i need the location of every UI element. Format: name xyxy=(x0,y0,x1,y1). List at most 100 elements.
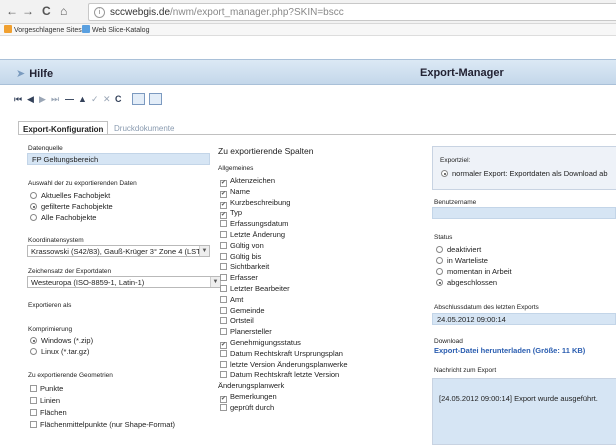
chevron-down-icon: ▼ xyxy=(199,246,209,256)
column-checkbox-item[interactable]: ✔ Genehmigungsstatus xyxy=(220,338,301,349)
radio-alle-fachobjekte[interactable]: Alle Fachobjekte xyxy=(30,213,96,222)
checkbox-icon xyxy=(220,306,227,314)
help-button[interactable]: ➤ Hilfe xyxy=(16,67,53,80)
radio-status-in-arbeit[interactable]: momentan in Arbeit xyxy=(436,267,512,276)
column-checkbox-item[interactable]: ✔ Bemerkungen xyxy=(220,392,277,403)
radio-normaler-export[interactable]: normaler Export: Exportdaten als Downloa… xyxy=(441,169,608,178)
abschlussdatum-field[interactable]: 24.05.2012 09:00:14 xyxy=(432,313,616,325)
option-label: momentan in Arbeit xyxy=(447,267,512,276)
zeichensatz-label: Zeichensatz der Exportdaten xyxy=(28,268,112,275)
column-checkbox-item[interactable]: ✔ Kurzbeschreibung xyxy=(220,198,290,209)
komprimierung-label: Komprimierung xyxy=(28,326,73,333)
datenquelle-field[interactable]: FP Geltungsbereich xyxy=(27,153,210,165)
checkbox-icon xyxy=(220,220,227,228)
column-label: Datum Rechtskraft Ursprungsplan xyxy=(230,348,343,358)
radio-status-warteliste[interactable]: in Warteliste xyxy=(436,256,488,265)
checkbox-icon xyxy=(30,421,37,428)
column-checkbox-item[interactable]: Datum Rechtskraft Ursprungsplan xyxy=(220,349,343,358)
koordinatensystem-select[interactable]: Krassowski (S42/83), Gauß-Krüger 3° Zone… xyxy=(27,245,210,257)
grid-view-icon[interactable] xyxy=(132,93,145,105)
reload-icon[interactable]: C xyxy=(42,4,51,18)
column-label: Erfassungsdatum xyxy=(230,219,289,229)
refresh-icon[interactable]: C xyxy=(115,93,122,105)
column-label: Genehmigungsstatus xyxy=(230,338,301,347)
column-checkbox-item[interactable]: Letzter Bearbeiter xyxy=(220,284,290,293)
checkbox-flaechen[interactable]: Flächen xyxy=(30,408,67,417)
column-checkbox-item[interactable]: Gemeinde xyxy=(220,306,265,315)
column-checkbox-item[interactable]: Gültig bis xyxy=(220,252,261,261)
column-checkbox-item[interactable]: Letzte Änderung xyxy=(220,230,285,239)
column-label: Erfasser xyxy=(230,273,258,283)
download-link[interactable]: Export-Datei herunterladen (Größe: 11 KB… xyxy=(434,346,585,355)
select-value: Krassowski (S42/83), Gauß-Krüger 3° Zone… xyxy=(31,247,201,256)
column-checkbox-item[interactable]: ✔ Aktenzeichen xyxy=(220,176,275,187)
column-checkbox-item[interactable]: ✔ Name xyxy=(220,187,250,198)
bookmark-suggested-sites[interactable]: Vorgeschlagene Sites xyxy=(4,25,82,34)
back-arrow-icon[interactable]: ← xyxy=(6,4,18,18)
column-checkbox-item[interactable]: Erfassungsdatum xyxy=(220,219,288,228)
checkbox-icon xyxy=(220,252,227,260)
checkbox-punkte[interactable]: Punkte xyxy=(30,384,63,393)
next-record-icon[interactable]: ▶ xyxy=(39,93,46,105)
bookmark-label: Vorgeschlagene Sites xyxy=(14,27,82,34)
checkbox-linien[interactable]: Linien xyxy=(30,396,60,405)
column-checkbox-item[interactable]: Datum Rechtskraft letzte Version xyxy=(220,370,339,379)
option-label: abgeschlossen xyxy=(447,278,498,287)
tab-export-konfiguration[interactable]: Export-Konfiguration xyxy=(18,121,109,135)
forward-arrow-icon[interactable]: → xyxy=(22,4,34,18)
home-icon[interactable]: ⌂ xyxy=(60,4,67,18)
checkbox-icon xyxy=(220,328,227,336)
status-label: Status xyxy=(434,234,453,241)
form-view-icon[interactable] xyxy=(149,93,162,105)
insert-record-icon[interactable]: ▲ xyxy=(78,93,87,105)
option-label: Linux (*.tar.gz) xyxy=(41,347,90,356)
column-checkbox-item[interactable]: Gültig von xyxy=(220,241,264,250)
auswahl-label: Auswahl der zu exportierenden Daten xyxy=(28,180,137,187)
radio-icon xyxy=(436,268,443,275)
benutzername-field[interactable] xyxy=(432,207,616,219)
last-record-icon[interactable]: ⏭ xyxy=(51,93,59,105)
column-checkbox-item[interactable]: letzte Version Änderungsplanwerke xyxy=(220,360,348,369)
column-checkbox-item[interactable]: Erfasser xyxy=(220,273,258,282)
radio-windows-zip[interactable]: Windows (*.zip) xyxy=(30,336,93,345)
delete-record-icon[interactable]: — xyxy=(65,93,74,105)
confirm-icon[interactable]: ✓ xyxy=(91,93,99,105)
cancel-icon[interactable]: ✕ xyxy=(103,93,111,105)
nachricht-field[interactable]: [24.05.2012 09:00:14] Export wurde ausge… xyxy=(432,378,616,445)
browser-navbar: ← → C ⌂ i sccwebgis.de/nwm/export_manage… xyxy=(0,0,616,24)
column-label: Bemerkungen xyxy=(230,392,277,401)
url-path: /nwm/export_manager.php?SKIN=bscc xyxy=(170,7,344,18)
checkbox-label: Flächen xyxy=(40,408,67,417)
zeichensatz-select[interactable]: Westeuropa (ISO-8859-1, Latin-1) ▼ xyxy=(27,276,221,288)
checkbox-icon xyxy=(220,274,227,282)
radio-selected-icon xyxy=(30,337,37,344)
radio-status-deaktiviert[interactable]: deaktiviert xyxy=(436,245,481,254)
checkbox-icon xyxy=(220,349,227,357)
radio-icon xyxy=(436,257,443,264)
checkbox-flaechenmittelpunkte[interactable]: Flächenmittelpunkte (nur Shape-Format) xyxy=(30,420,175,429)
radio-gefilterte-fachobjekte[interactable]: gefilterte Fachobjekte xyxy=(30,202,113,211)
abschlussdatum-label: Abschlussdatum des letzten Exports xyxy=(434,304,539,311)
checkbox-icon xyxy=(30,397,37,404)
column-label: Sichtbarkeit xyxy=(230,262,270,272)
column-label: letzte Version Änderungsplanwerke xyxy=(230,359,348,369)
column-checkbox-item[interactable]: Planersteller xyxy=(220,327,272,336)
radio-selected-icon xyxy=(30,203,37,210)
column-label: Gültig bis xyxy=(230,251,262,261)
radio-status-abgeschlossen[interactable]: abgeschlossen xyxy=(436,278,497,287)
column-checkbox-item[interactable]: Ortsteil xyxy=(220,316,254,325)
address-bar[interactable]: i sccwebgis.de/nwm/export_manager.php?SK… xyxy=(88,3,616,21)
column-checkbox-item[interactable]: Amt xyxy=(220,295,243,304)
previous-record-icon[interactable]: ◀ xyxy=(27,93,34,105)
column-label: Letzte Änderung xyxy=(230,230,286,239)
radio-aktuelles-fachobjekt[interactable]: Aktuelles Fachobjekt xyxy=(30,191,110,200)
column-checkbox-item[interactable]: geprüft durch xyxy=(220,403,274,412)
option-label: Windows (*.zip) xyxy=(41,336,94,345)
tab-druckdokumente[interactable]: Druckdokumente xyxy=(110,121,178,135)
column-checkbox-item[interactable]: Sichtbarkeit xyxy=(220,262,269,271)
column-checkbox-item[interactable]: ✔ Typ xyxy=(220,208,242,220)
radio-linux-targz[interactable]: Linux (*.tar.gz) xyxy=(30,347,89,356)
checkbox-icon xyxy=(220,317,227,325)
bookmark-web-slice[interactable]: Web Slice-Katalog xyxy=(82,25,149,34)
first-record-icon[interactable]: ⏮ xyxy=(14,93,22,105)
